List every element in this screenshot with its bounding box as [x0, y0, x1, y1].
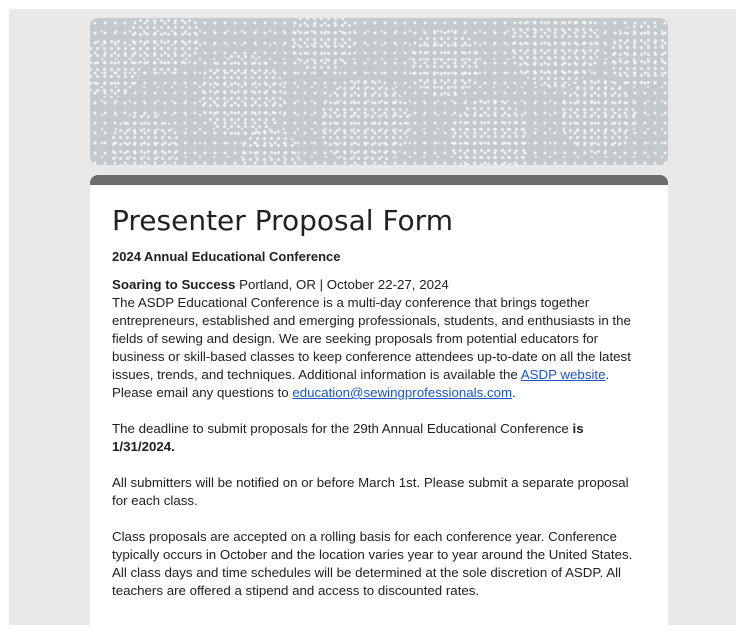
notification-paragraph: All submitters will be notified on or be…: [112, 475, 629, 508]
deadline-prefix: The deadline to submit proposals for the…: [112, 421, 573, 436]
form-header-card: Presenter Proposal Form 2024 Annual Educ…: [90, 175, 668, 635]
banner-pattern: [110, 113, 180, 165]
banner-pattern: [510, 18, 600, 88]
banner-pattern: [450, 98, 530, 165]
banner-pattern: [410, 28, 480, 98]
banner-pattern: [320, 78, 410, 165]
form-description: Soaring to Success Portland, OR | Octobe…: [112, 276, 646, 600]
deadline-paragraph: The deadline to submit proposals for the…: [112, 420, 646, 456]
banner-pattern: [200, 53, 285, 138]
asdp-website-link[interactable]: ASDP website: [521, 367, 606, 382]
form-subtitle: 2024 Annual Educational Conference: [112, 249, 341, 264]
banner-pattern: [290, 18, 355, 73]
banner-pattern: [610, 23, 668, 88]
email-prefix: Please email any questions to: [112, 385, 293, 400]
intro-paragraph: Soaring to Success Portland, OR | Octobe…: [112, 276, 646, 402]
event-name: Soaring to Success: [112, 277, 236, 292]
form-title: Presenter Proposal Form: [112, 204, 453, 237]
description-end: .: [605, 367, 610, 382]
header-banner-image: [90, 18, 668, 165]
event-details: Portland, OR | October 22-27, 2024: [235, 277, 449, 292]
banner-pattern: [560, 78, 635, 153]
contact-email-link[interactable]: education@sewingprofessionals.com: [292, 385, 512, 400]
email-suffix: .: [512, 385, 516, 400]
rolling-basis-paragraph: Class proposals are accepted on a rollin…: [112, 529, 633, 598]
banner-pattern: [130, 18, 200, 73]
